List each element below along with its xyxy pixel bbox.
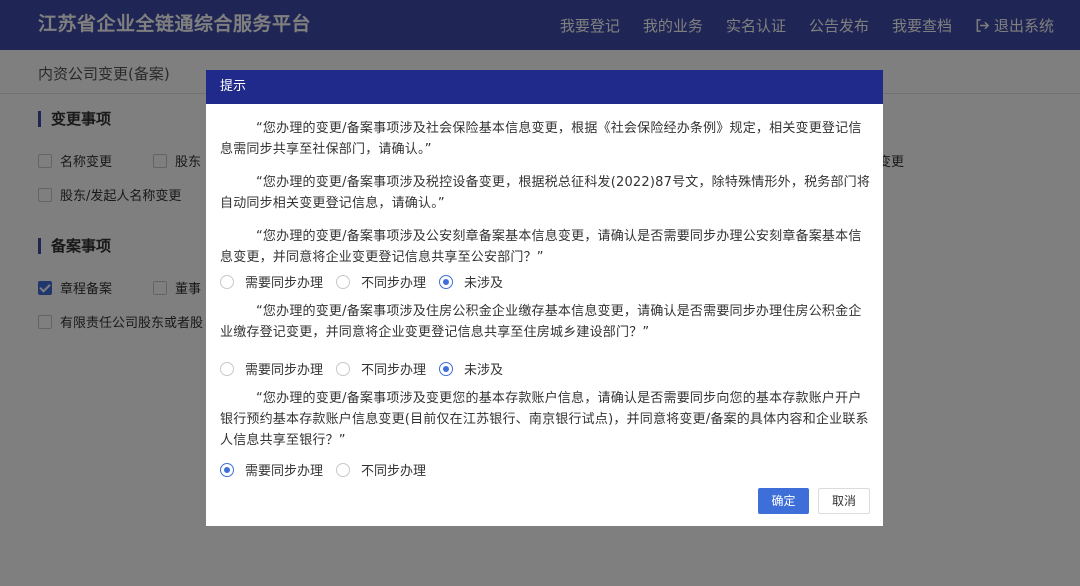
dialog-body: “您办理的变更/备案事项涉及社会保险基本信息变更，根据《社会保险经办条例》规定，…: [206, 104, 883, 526]
confirm-button[interactable]: 确定: [758, 488, 809, 514]
radio-option[interactable]: 需要同步办理: [220, 359, 323, 378]
dialog-title: 提示: [206, 70, 883, 104]
notice-social-insurance: “您办理的变更/备案事项涉及社会保险基本信息变更，根据《社会保险经办条例》规定，…: [220, 121, 862, 157]
radio-group-seal: 需要同步办理 不同步办理 未涉及: [220, 272, 503, 291]
notice-bank-account: “您办理的变更/备案事项涉及变更您的基本存款账户信息，请确认是否需要同步向您的基…: [220, 391, 869, 448]
radio-label: 需要同步办理: [245, 464, 324, 479]
radio-label: 不同步办理: [361, 363, 427, 378]
radio-label: 不同步办理: [361, 464, 427, 479]
radio-button[interactable]: [336, 462, 351, 477]
radio-label: 不同步办理: [361, 276, 427, 291]
radio-button[interactable]: [336, 361, 351, 376]
radio-group-housing: 需要同步办理 不同步办理 未涉及: [220, 359, 503, 378]
notice-public-security-seal: “您办理的变更/备案事项涉及公安刻章备案基本信息变更，请确认是否需要同步办理公安…: [220, 229, 862, 265]
radio-label: 需要同步办理: [245, 276, 324, 291]
notice-housing-fund: “您办理的变更/备案事项涉及住房公积金企业缴存基本信息变更，请确认是否需要同步办…: [220, 304, 862, 340]
radio-label: 未涉及: [464, 276, 504, 291]
radio-option[interactable]: 不同步办理: [336, 359, 426, 378]
radio-button[interactable]: [336, 274, 351, 289]
radio-option[interactable]: 未涉及: [439, 272, 503, 291]
radio-option[interactable]: 未涉及: [439, 359, 503, 378]
radio-option[interactable]: 需要同步办理: [220, 460, 323, 479]
radio-button[interactable]: [220, 361, 234, 376]
radio-button-selected[interactable]: [220, 462, 234, 477]
cancel-button[interactable]: 取消: [818, 488, 870, 514]
radio-option[interactable]: 需要同步办理: [220, 272, 323, 291]
radio-group-bank: 需要同步办理 不同步办理: [220, 460, 426, 479]
prompt-dialog: 提示 “您办理的变更/备案事项涉及社会保险基本信息变更，根据《社会保险经办条例》…: [206, 70, 883, 526]
notice-tax-device: “您办理的变更/备案事项涉及税控设备变更，根据税总征科发(2022)87号文，除…: [220, 175, 871, 211]
radio-button-selected[interactable]: [439, 361, 454, 376]
radio-label: 未涉及: [464, 363, 504, 378]
radio-button-selected[interactable]: [439, 274, 454, 289]
radio-label: 需要同步办理: [245, 363, 324, 378]
radio-option[interactable]: 不同步办理: [336, 460, 426, 479]
radio-button[interactable]: [220, 274, 234, 289]
radio-option[interactable]: 不同步办理: [336, 272, 426, 291]
